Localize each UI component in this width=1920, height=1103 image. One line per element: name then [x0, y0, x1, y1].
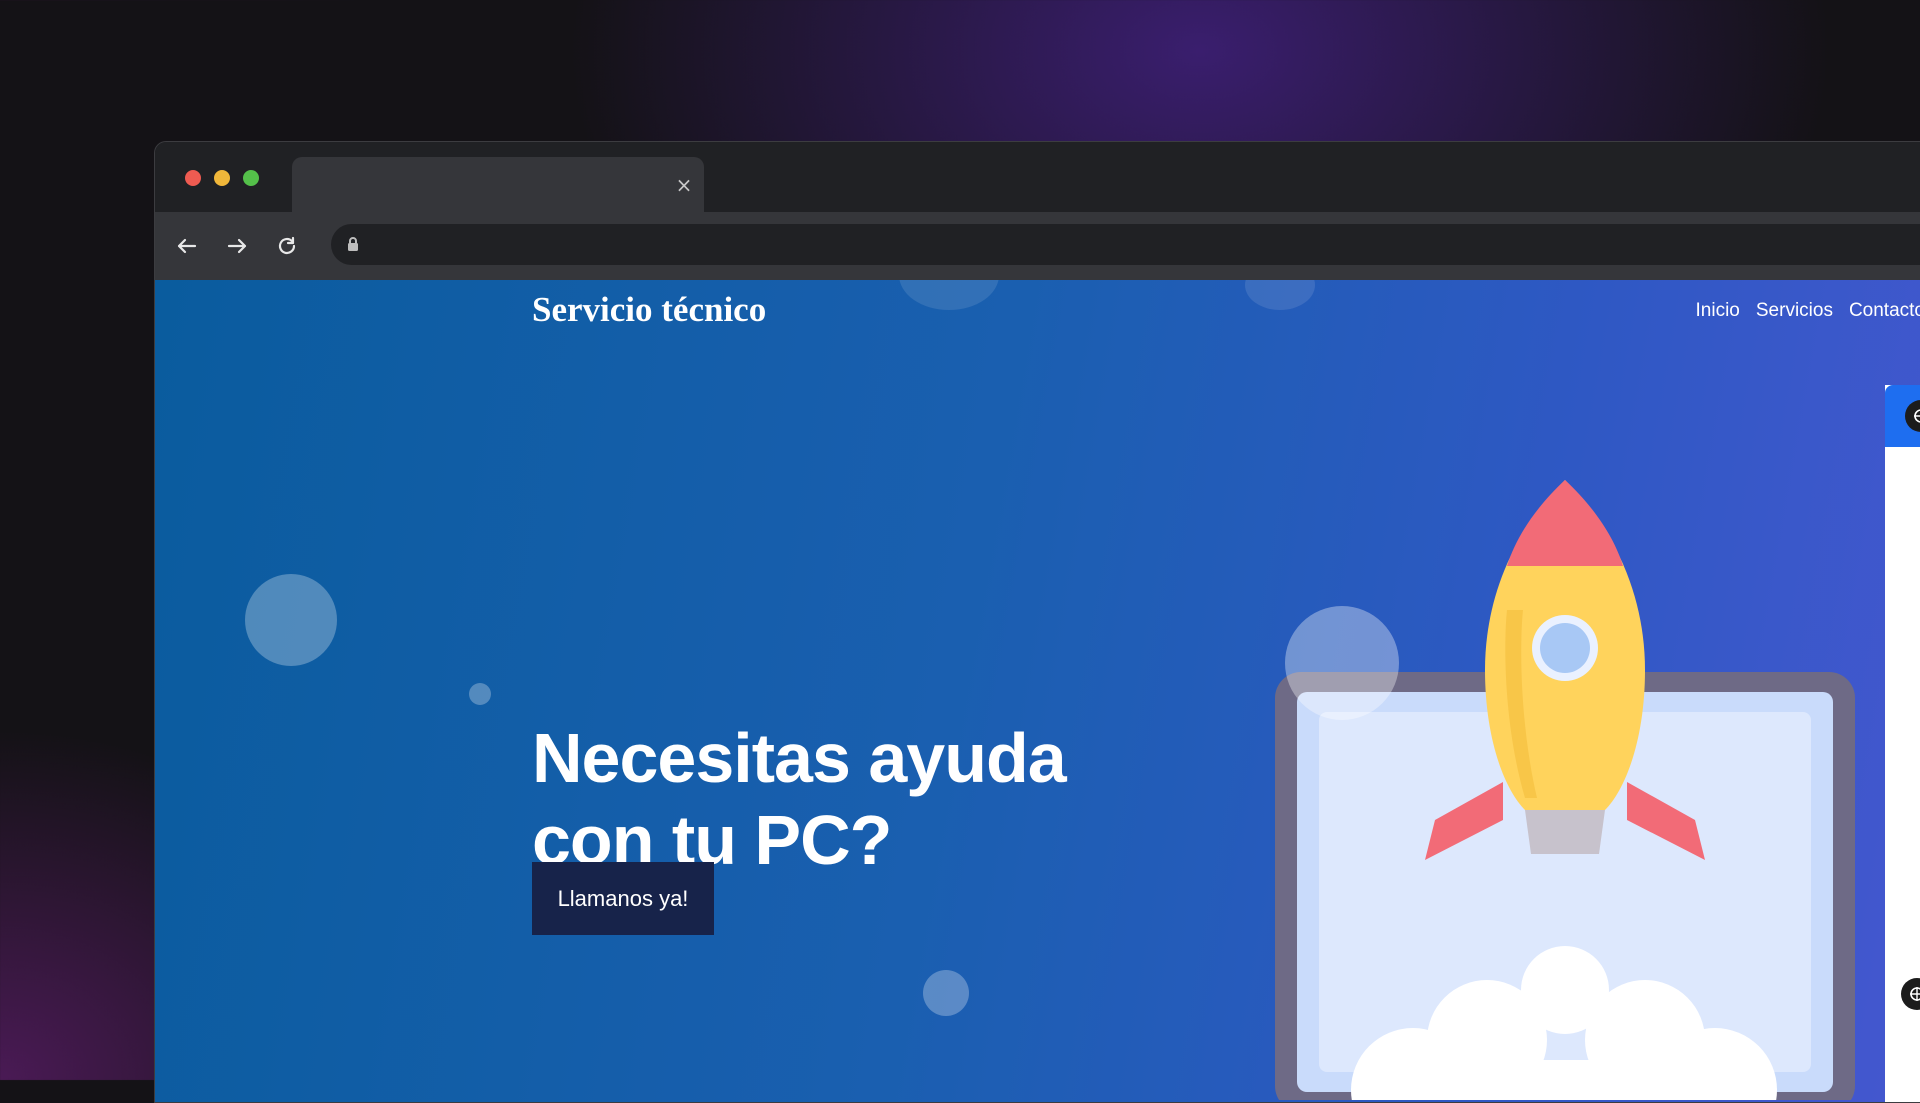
forward-button[interactable] [221, 230, 253, 262]
lock-icon [348, 237, 358, 251]
browser-window: × Servicio técnico Inicio Servicios Cont… [154, 141, 1920, 1103]
brain-gear-icon[interactable] [1901, 978, 1920, 1010]
decorative-bubble [899, 280, 999, 310]
decorative-bubble [469, 683, 491, 705]
call-now-button[interactable]: Llamanos ya! [532, 862, 714, 935]
side-widget-panel [1885, 385, 1920, 1102]
address-bar[interactable] [331, 224, 1920, 265]
reload-icon [278, 236, 296, 255]
close-window-button[interactable] [185, 170, 201, 186]
tab-close-icon[interactable]: × [674, 175, 694, 195]
browser-tab[interactable]: × [292, 157, 704, 214]
site-brand[interactable]: Servicio técnico [532, 290, 766, 330]
decorative-bubble [923, 970, 969, 1016]
minimize-window-button[interactable] [214, 170, 230, 186]
rocket-shape [1425, 480, 1705, 860]
nav-item-servicios[interactable]: Servicios [1756, 300, 1833, 322]
back-button[interactable] [171, 230, 203, 262]
nav-item-contacto[interactable]: Contacto [1849, 300, 1920, 322]
zoom-window-button[interactable] [243, 170, 259, 186]
hero-title: Necesitas ayuda con tu PC? [532, 718, 1067, 879]
browser-toolbar [155, 212, 1920, 280]
brain-gear-icon[interactable] [1905, 400, 1920, 432]
nav-item-inicio[interactable]: Inicio [1696, 300, 1740, 322]
decorative-bubble [245, 574, 337, 666]
decorative-bubble [1285, 606, 1399, 720]
side-widget-header [1885, 385, 1920, 447]
reload-button[interactable] [271, 230, 303, 262]
page-viewport: Servicio técnico Inicio Servicios Contac… [155, 280, 1920, 1102]
rocket-laptop-illustration [1275, 480, 1855, 1100]
arrow-right-icon [227, 238, 247, 254]
tab-strip: × [155, 142, 1920, 214]
site-nav: Inicio Servicios Contacto [1696, 300, 1920, 322]
arrow-left-icon [177, 238, 197, 254]
decorative-bubble [1245, 280, 1315, 310]
